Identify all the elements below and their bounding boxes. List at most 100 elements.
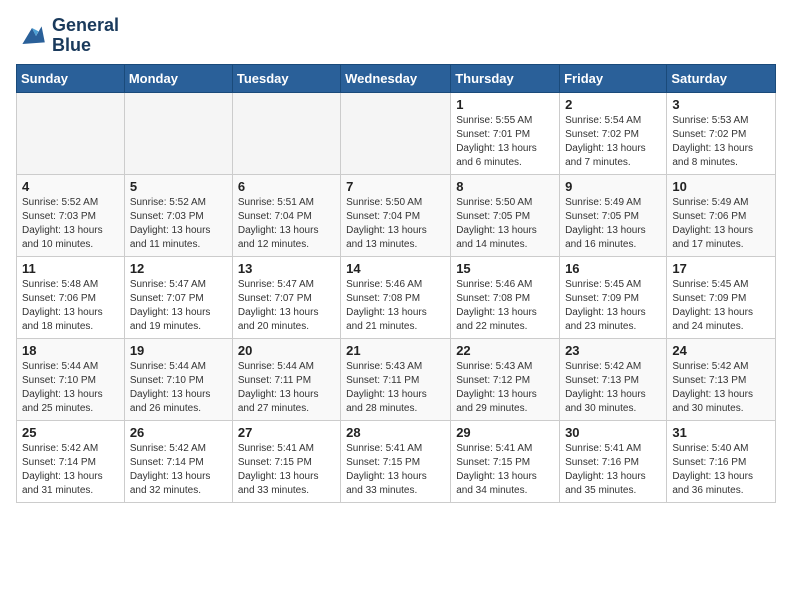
day-number: 29 [456,425,554,440]
calendar-cell: 30 Sunrise: 5:41 AM Sunset: 7:16 PM Dayli… [560,420,667,502]
day-number: 15 [456,261,554,276]
day-info: Sunrise: 5:47 AM Sunset: 7:07 PM Dayligh… [130,278,227,334]
calendar-cell: 22 Sunrise: 5:43 AM Sunset: 7:12 PM Dayli… [451,338,560,420]
calendar-header-thursday: Thursday [451,64,560,92]
calendar-cell: 12 Sunrise: 5:47 AM Sunset: 7:07 PM Dayli… [124,256,232,338]
day-number: 19 [130,343,227,358]
calendar-cell: 28Sunrise: 5:41 AM Sunset: 7:15 PM Dayli… [341,420,451,502]
day-info: Sunrise: 5:48 AM Sunset: 7:06 PM Dayligh… [22,278,119,334]
calendar-cell: 18 Sunrise: 5:44 AM Sunset: 7:10 PM Dayli… [17,338,125,420]
calendar-body: 1Sunrise: 5:55 AM Sunset: 7:01 PM Daylig… [17,92,776,502]
calendar-week-4: 18 Sunrise: 5:44 AM Sunset: 7:10 PM Dayli… [17,338,776,420]
logo-icon [16,20,48,52]
day-info: Sunrise: 5:44 AM Sunset: 7:10 PM Dayligh… [130,360,227,416]
calendar-header-friday: Friday [560,64,667,92]
calendar-cell: 9 Sunrise: 5:49 AM Sunset: 7:05 PM Daylig… [560,174,667,256]
calendar-cell: 6 Sunrise: 5:51 AM Sunset: 7:04 PM Daylig… [232,174,340,256]
calendar-cell: 26 Sunrise: 5:42 AM Sunset: 7:14 PM Dayli… [124,420,232,502]
day-info: Sunrise: 5:49 AM Sunset: 7:05 PM Dayligh… [565,196,661,252]
day-number: 17 [672,261,770,276]
day-number: 2 [565,97,661,112]
calendar-week-5: 25 Sunrise: 5:42 AM Sunset: 7:14 PM Dayli… [17,420,776,502]
day-number: 26 [130,425,227,440]
day-number: 23 [565,343,661,358]
day-number: 24 [672,343,770,358]
day-info: Sunrise: 5:40 AM Sunset: 7:16 PM Dayligh… [672,442,770,498]
day-number: 21 [346,343,445,358]
day-number: 18 [22,343,119,358]
day-info: Sunrise: 5:52 AM Sunset: 7:03 PM Dayligh… [22,196,119,252]
day-info: Sunrise: 5:49 AM Sunset: 7:06 PM Dayligh… [672,196,770,252]
day-number: 20 [238,343,335,358]
day-number: 6 [238,179,335,194]
day-number: 9 [565,179,661,194]
calendar-cell: 24 Sunrise: 5:42 AM Sunset: 7:13 PM Dayli… [667,338,776,420]
day-info: Sunrise: 5:42 AM Sunset: 7:14 PM Dayligh… [130,442,227,498]
day-info: Sunrise: 5:43 AM Sunset: 7:12 PM Dayligh… [456,360,554,416]
day-info: Sunrise: 5:50 AM Sunset: 7:05 PM Dayligh… [456,196,554,252]
calendar-cell: 25Sunrise: 5:42 AM Sunset: 7:14 PM Dayli… [17,420,125,502]
day-info: Sunrise: 5:45 AM Sunset: 7:09 PM Dayligh… [672,278,770,334]
day-info: Sunrise: 5:53 AM Sunset: 7:02 PM Dayligh… [672,114,770,170]
day-info: Sunrise: 5:41 AM Sunset: 7:16 PM Dayligh… [565,442,661,498]
day-number: 31 [672,425,770,440]
calendar-cell: 1Sunrise: 5:55 AM Sunset: 7:01 PM Daylig… [451,92,560,174]
calendar-cell: 19 Sunrise: 5:44 AM Sunset: 7:10 PM Dayli… [124,338,232,420]
calendar-header-monday: Monday [124,64,232,92]
calendar-cell: 31 Sunrise: 5:40 AM Sunset: 7:16 PM Dayli… [667,420,776,502]
calendar-header-row: SundayMondayTuesdayWednesdayThursdayFrid… [17,64,776,92]
day-info: Sunrise: 5:46 AM Sunset: 7:08 PM Dayligh… [346,278,445,334]
day-info: Sunrise: 5:47 AM Sunset: 7:07 PM Dayligh… [238,278,335,334]
calendar-header-wednesday: Wednesday [341,64,451,92]
calendar-cell: 21 Sunrise: 5:43 AM Sunset: 7:11 PM Dayli… [341,338,451,420]
calendar-cell: 13Sunrise: 5:47 AM Sunset: 7:07 PM Dayli… [232,256,340,338]
logo: General Blue [16,16,119,56]
day-number: 28 [346,425,445,440]
calendar-week-3: 11 Sunrise: 5:48 AM Sunset: 7:06 PM Dayli… [17,256,776,338]
day-info: Sunrise: 5:42 AM Sunset: 7:13 PM Dayligh… [565,360,661,416]
calendar-header-tuesday: Tuesday [232,64,340,92]
day-info: Sunrise: 5:54 AM Sunset: 7:02 PM Dayligh… [565,114,661,170]
calendar-cell: 4 Sunrise: 5:52 AM Sunset: 7:03 PM Daylig… [17,174,125,256]
day-info: Sunrise: 5:42 AM Sunset: 7:13 PM Dayligh… [672,360,770,416]
calendar-cell: 29 Sunrise: 5:41 AM Sunset: 7:15 PM Dayli… [451,420,560,502]
calendar-header-saturday: Saturday [667,64,776,92]
calendar-cell: 17 Sunrise: 5:45 AM Sunset: 7:09 PM Dayli… [667,256,776,338]
day-info: Sunrise: 5:41 AM Sunset: 7:15 PM Dayligh… [456,442,554,498]
day-number: 16 [565,261,661,276]
calendar-cell [341,92,451,174]
page-header: General Blue [16,16,776,56]
day-number: 5 [130,179,227,194]
calendar-header-sunday: Sunday [17,64,125,92]
day-info: Sunrise: 5:45 AM Sunset: 7:09 PM Dayligh… [565,278,661,334]
day-info: Sunrise: 5:44 AM Sunset: 7:11 PM Dayligh… [238,360,335,416]
calendar-cell: 15 Sunrise: 5:46 AM Sunset: 7:08 PM Dayli… [451,256,560,338]
calendar-cell: 16 Sunrise: 5:45 AM Sunset: 7:09 PM Dayli… [560,256,667,338]
day-number: 7 [346,179,445,194]
calendar-cell: 23 Sunrise: 5:42 AM Sunset: 7:13 PM Dayli… [560,338,667,420]
day-number: 12 [130,261,227,276]
day-info: Sunrise: 5:50 AM Sunset: 7:04 PM Dayligh… [346,196,445,252]
day-info: Sunrise: 5:55 AM Sunset: 7:01 PM Dayligh… [456,114,554,170]
day-info: Sunrise: 5:51 AM Sunset: 7:04 PM Dayligh… [238,196,335,252]
day-info: Sunrise: 5:41 AM Sunset: 7:15 PM Dayligh… [238,442,335,498]
day-info: Sunrise: 5:46 AM Sunset: 7:08 PM Dayligh… [456,278,554,334]
day-number: 11 [22,261,119,276]
calendar-cell: 27Sunrise: 5:41 AM Sunset: 7:15 PM Dayli… [232,420,340,502]
day-info: Sunrise: 5:43 AM Sunset: 7:11 PM Dayligh… [346,360,445,416]
day-number: 30 [565,425,661,440]
calendar-week-1: 1Sunrise: 5:55 AM Sunset: 7:01 PM Daylig… [17,92,776,174]
day-number: 3 [672,97,770,112]
day-info: Sunrise: 5:52 AM Sunset: 7:03 PM Dayligh… [130,196,227,252]
day-number: 22 [456,343,554,358]
day-number: 4 [22,179,119,194]
calendar-cell: 10Sunrise: 5:49 AM Sunset: 7:06 PM Dayli… [667,174,776,256]
calendar-cell: 14 Sunrise: 5:46 AM Sunset: 7:08 PM Dayli… [341,256,451,338]
calendar-week-2: 4 Sunrise: 5:52 AM Sunset: 7:03 PM Daylig… [17,174,776,256]
day-info: Sunrise: 5:44 AM Sunset: 7:10 PM Dayligh… [22,360,119,416]
calendar-cell: 3 Sunrise: 5:53 AM Sunset: 7:02 PM Daylig… [667,92,776,174]
calendar-cell: 2 Sunrise: 5:54 AM Sunset: 7:02 PM Daylig… [560,92,667,174]
day-number: 14 [346,261,445,276]
calendar-cell [17,92,125,174]
day-number: 25 [22,425,119,440]
